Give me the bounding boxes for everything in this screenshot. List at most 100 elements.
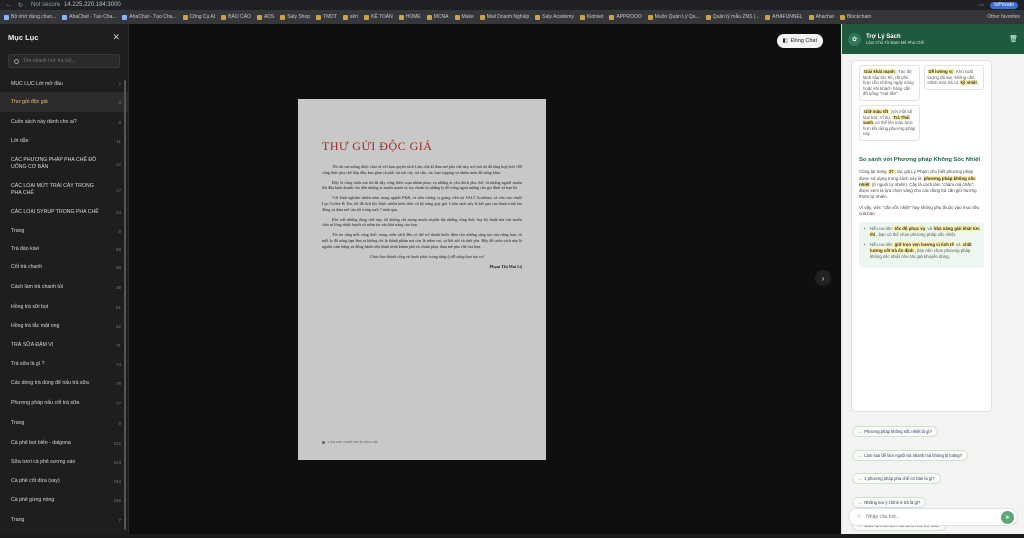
bookmark-item[interactable]: Công Cụ AI — [182, 14, 215, 20]
toc-item[interactable]: Sữa tươi cà phê sương sáo 153 — [0, 453, 128, 472]
bookmark-item[interactable]: Bộ nhớ dùng chun... — [4, 14, 56, 20]
refresh-icon[interactable]: ↻ — [18, 2, 23, 9]
toc-item[interactable]: Cà phê cốt dừa (xay) 154 — [0, 472, 128, 490]
bookmark-item[interactable]: BÁO CÁO — [221, 14, 251, 20]
bookmark-item[interactable]: ADS — [256, 14, 274, 20]
folder-icon — [765, 14, 771, 20]
profile-badge[interactable]: InPrivate — [990, 1, 1018, 9]
bookmark-item[interactable]: Kiotviet — [579, 14, 603, 20]
bookmark-item[interactable]: Saly Shop — [280, 14, 310, 20]
security-warning: Not secure — [31, 2, 61, 8]
bookmark-item[interactable]: AHAFUNNEL — [765, 14, 803, 20]
suggestion-chip[interactable]: → Phương pháp không sốc nhiệt là gì? — [852, 426, 938, 437]
toc-item-page: 5 — [118, 228, 121, 234]
toc-item[interactable]: Trang 5 — [0, 222, 128, 240]
toc-search[interactable] — [8, 54, 120, 68]
page-paragraph: Khi viết những dòng chữ này, tôi không c… — [322, 216, 522, 228]
back-icon[interactable]: ← — [6, 2, 12, 9]
bookmark-item[interactable]: MCNA — [426, 14, 449, 20]
next-page-button[interactable]: › — [815, 270, 831, 286]
toc-item-label: TRÀ SỮA ĐẬM VỊ — [11, 342, 54, 348]
toc-item-label: Sữa tươi cà phê sương sáo — [11, 459, 76, 465]
toc-item[interactable]: Trang 6 — [0, 413, 128, 434]
folder-icon — [454, 14, 460, 20]
browser-nav: ← ↻ — [6, 2, 23, 9]
toc-item-page: 71 — [115, 343, 121, 348]
toc-item[interactable]: Các dòng trà dùng để nấu trà sữa 76 — [0, 374, 128, 393]
toc-item-label: Trà sữa là gì ? — [11, 361, 45, 367]
bookmark-item[interactable]: Blockchain — [839, 14, 871, 20]
book-page: THƯ GỬI ĐỘC GIẢ Tôi rất vui mừng được ch… — [298, 99, 546, 460]
bookmark-item[interactable]: HOME — [398, 14, 421, 20]
toc-item[interactable]: Cà phê bọt biển - dalgona 152 — [0, 434, 128, 453]
toc-item[interactable]: Cà phê gừng nóng 156 — [0, 490, 128, 510]
close-icon[interactable]: ✕ — [112, 32, 120, 43]
toc-item[interactable]: Trà đào kiwi 69 — [0, 240, 128, 258]
toc-item[interactable]: Hồng trà tắc mật ong 52 — [0, 317, 128, 336]
bookmark-item[interactable]: Make — [454, 14, 474, 20]
chat-icon: ◧ — [782, 38, 788, 44]
toc-sidebar: Mục Lục ✕ MỤC LỤC Lời mở đầu 7 Thư gửi độc… — [0, 24, 129, 534]
toc-item-page: 8 — [118, 99, 121, 105]
bookmark-item[interactable]: Mail Doanh Nghiệp — [479, 14, 529, 20]
toc-search-input[interactable] — [22, 58, 114, 64]
bookmark-item[interactable]: TMDT — [316, 14, 337, 20]
close-chat-button[interactable]: ◧ Đóng Chat — [776, 34, 823, 48]
bookmark-item[interactable]: Ahachat — [808, 14, 834, 20]
bookmark-item[interactable]: sên — [342, 14, 358, 20]
toc-item[interactable]: Cuốn sách này dành cho ai? 9 — [0, 112, 128, 132]
send-button[interactable]: ➤ — [1001, 510, 1014, 524]
suggestion-chip[interactable]: → Làm sao để làm nguội trà nhanh mà không… — [852, 449, 968, 461]
folder-icon — [579, 14, 585, 20]
toc-item[interactable]: CÁC LOẠI SYRUP TRONG PHA CHẾ 24 — [0, 203, 128, 222]
extensions-icon[interactable]: ⋯ — [978, 2, 984, 9]
bookmarks-bar: Bộ nhớ dùng chun... AhaChat - Tạo Cha... A… — [0, 10, 1024, 24]
info-card: Giải khát mạnh: Tạo độ lạnh sâu tức thì,… — [859, 65, 920, 101]
toc-item[interactable]: Cốt trà chanh 38 — [0, 258, 128, 277]
toc-item-label: CÁC LOẠI SYRUP TRONG PHA CHẾ — [11, 209, 99, 215]
bookmark-item[interactable]: AhaChat - Tạo Cha... — [62, 14, 116, 20]
toc-item-label: Cà phê gừng nóng — [11, 496, 55, 503]
chat-input[interactable] — [866, 514, 997, 520]
bookmark-item[interactable]: AhaChat - Tạo Cha... — [122, 14, 177, 20]
toc-item[interactable]: Lời dẫn 11 — [0, 132, 128, 151]
toc-item-label: MỤC LỤC Lời mở đầu — [11, 80, 63, 87]
page-icon — [62, 14, 68, 20]
bookmark-item[interactable]: KẾ TOÁN — [363, 14, 393, 20]
toc-item-page: 9 — [118, 119, 121, 125]
sidebar-scrollbar[interactable] — [124, 80, 126, 530]
toc-item-page: 12 — [115, 161, 121, 167]
page-heading: THƯ GỬI ĐỘC GIẢ — [322, 139, 433, 153]
chat-panel: ✿ Trợ Lý Sách Làm Chủ Từ Đam Mê Pha Chế … — [841, 24, 1024, 534]
toc-item[interactable]: CÁC LOẠI MỨT TRÁI CÂY TRONG PHA CHẾ 17 — [0, 177, 128, 203]
other-favorites[interactable]: Other favorites — [987, 14, 1020, 20]
toc-item-page: 39 — [115, 285, 121, 290]
address-bar[interactable]: Not secure 14.225.220.184:3000 — [31, 2, 121, 8]
toc-item[interactable]: MỤC LỤC Lời mở đầu 7 — [0, 76, 128, 92]
trash-icon[interactable]: 🗑 — [1009, 35, 1018, 43]
toc-item[interactable]: Phương pháp nấu cốt trà sữa 77 — [0, 393, 128, 413]
suggestion-chip[interactable]: → Những lưu ý chính ở trà là gì? — [852, 496, 927, 508]
toc-item-label: Các dòng trà dùng để nấu trà sữa — [11, 380, 89, 386]
toc-item-label: CÁC PHƯƠNG PHÁP PHA CHẾ ĐỒ UỐNG CƠ BẢN — [11, 157, 97, 170]
toc-item[interactable]: Trang 7 — [0, 510, 128, 530]
emoji-icon[interactable]: ☺ — [856, 514, 862, 520]
arrow-right-icon: → — [858, 452, 863, 458]
bookmark-item[interactable]: Saly Academy — [535, 14, 574, 20]
bookmark-item[interactable]: APPROOO — [609, 14, 642, 20]
toc-item[interactable]: Trà sữa là gì ? 74 — [0, 355, 128, 374]
page-author: Phạm Thị Mai Lệ — [489, 263, 522, 269]
toc-item[interactable]: TRÀ SỮA ĐẬM VỊ 71 — [0, 336, 128, 355]
bookmark-item[interactable]: Quản lý mẫu ZNS |... — [705, 14, 759, 20]
folder-icon — [256, 14, 262, 20]
bookmark-item[interactable]: Muốn Quản Lý Qu... — [647, 14, 700, 20]
suggestion-chip[interactable]: → 1 phương pháp pha chế cơ bản là gì? — [852, 473, 941, 484]
toc-item-page: 6 — [118, 421, 121, 426]
page-paragraph: Với kinh nghiệm nhiều năm trong ngành F&… — [322, 195, 522, 212]
toc-item[interactable]: Hồng trà sữi bọt 51 — [0, 298, 128, 317]
arrow-right-icon: → — [858, 429, 863, 434]
toc-item[interactable]: CÁC PHƯƠNG PHÁP PHA CHẾ ĐỒ UỐNG CƠ BẢN 12 — [0, 151, 128, 177]
search-icon — [14, 58, 19, 64]
toc-item[interactable]: Cách làm trà chanh tủi 39 — [0, 277, 128, 298]
toc-item[interactable]: Thư gửi độc giả 8 — [0, 92, 128, 112]
